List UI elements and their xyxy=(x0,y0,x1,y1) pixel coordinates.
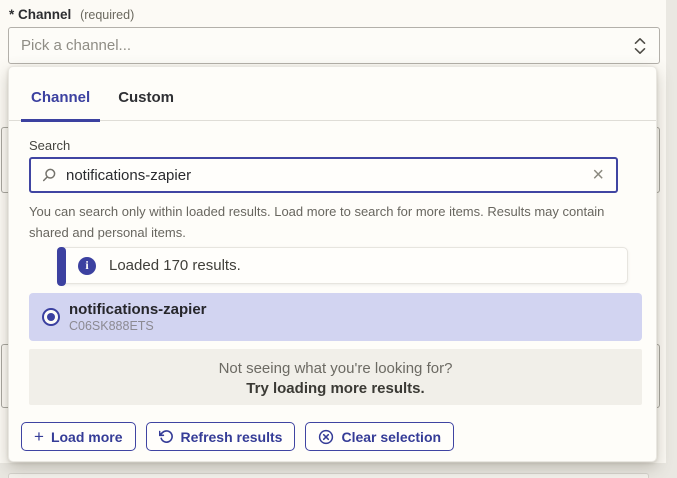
obscured-next-field xyxy=(8,473,649,478)
field-label: * Channel (required) xyxy=(9,7,134,22)
refresh-icon xyxy=(159,429,174,444)
footer-actions: + Load more Refresh results Clear select… xyxy=(21,422,454,451)
result-subtitle: C06SK888ETS xyxy=(69,319,207,334)
refresh-results-button[interactable]: Refresh results xyxy=(146,422,296,451)
channel-dropdown-panel: Channel Custom Search × You can search o… xyxy=(8,66,657,462)
plus-icon: + xyxy=(34,428,44,445)
info-icon: i xyxy=(78,257,96,275)
radio-dot xyxy=(47,313,55,321)
channel-picker-screen: * Channel (required) Pick a channel... C… xyxy=(0,0,677,478)
search-icon xyxy=(41,167,57,183)
load-more-label: Load more xyxy=(51,429,123,445)
alert-accent-bar xyxy=(57,247,66,286)
field-label-text: Channel xyxy=(18,7,71,22)
select-placeholder: Pick a channel... xyxy=(21,37,633,54)
x-circle-icon xyxy=(318,429,334,445)
required-note: (required) xyxy=(80,8,134,22)
hint-question: Not seeing what you're looking for? xyxy=(29,359,642,378)
clear-selection-label: Clear selection xyxy=(341,429,441,445)
result-title: notifications-zapier xyxy=(69,301,207,318)
search-help-text: You can search only within loaded result… xyxy=(29,201,635,243)
tab-bar: Channel Custom xyxy=(9,67,656,121)
chevron-up-down-icon xyxy=(633,36,647,56)
hint-suggestion: Try loading more results. xyxy=(29,379,642,398)
radio-selected-icon[interactable] xyxy=(42,308,60,326)
required-marker: * xyxy=(9,7,14,22)
search-field: × xyxy=(29,157,618,193)
alert-message: Loaded 170 results. xyxy=(109,257,241,274)
channel-select[interactable]: Pick a channel... xyxy=(8,27,660,64)
loaded-results-alert: i Loaded 170 results. xyxy=(58,247,628,284)
result-item-selected[interactable]: notifications-zapier C06SK888ETS xyxy=(29,293,642,341)
clear-search-icon[interactable]: × xyxy=(590,165,606,185)
load-more-button[interactable]: + Load more xyxy=(21,422,136,451)
tab-channel[interactable]: Channel xyxy=(21,89,100,120)
tab-custom[interactable]: Custom xyxy=(108,89,184,120)
search-label: Search xyxy=(29,138,70,153)
clear-selection-button[interactable]: Clear selection xyxy=(305,422,454,451)
refresh-results-label: Refresh results xyxy=(181,429,283,445)
search-input[interactable] xyxy=(66,167,590,184)
not-seeing-hint: Not seeing what you're looking for? Try … xyxy=(29,349,642,405)
result-text: notifications-zapier C06SK888ETS xyxy=(69,301,207,334)
page-background-right xyxy=(666,0,677,478)
